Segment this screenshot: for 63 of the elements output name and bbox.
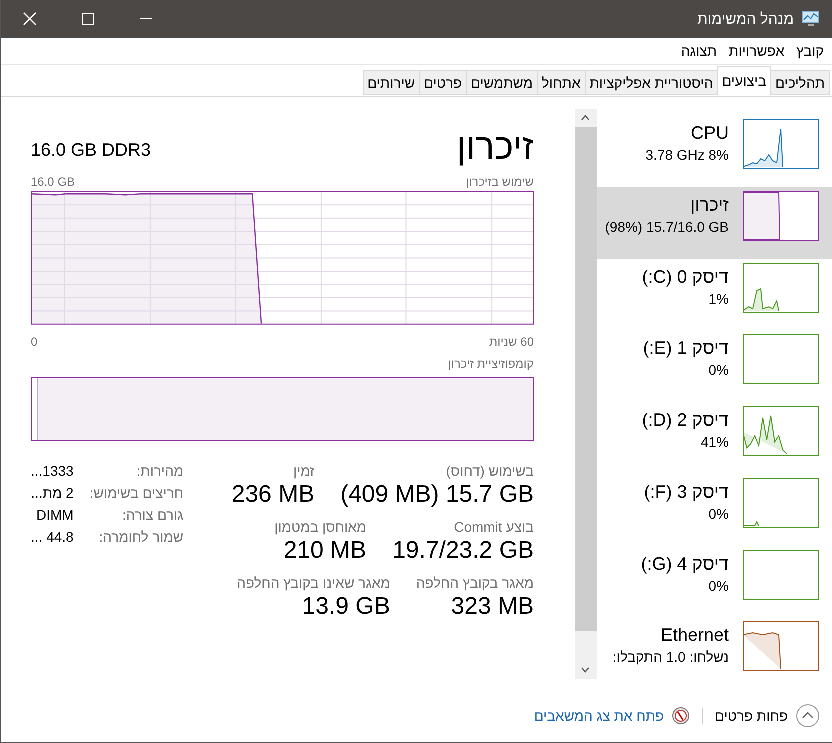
tab[interactable]: היסטוריית אפליקציות (584, 70, 718, 95)
axis-max-label: 16.0 GB (31, 175, 76, 189)
tab[interactable]: תהליכים (770, 70, 830, 95)
tab[interactable]: פרטים (419, 70, 468, 95)
memory-capacity: 16.0 GB DDR3 (31, 140, 152, 162)
maximize-icon (82, 13, 94, 25)
resource-name: Ethernet (660, 625, 729, 646)
tab[interactable]: אתחול (537, 70, 586, 95)
stat-label: זמין (293, 463, 315, 479)
menu-item[interactable]: תצוגה (681, 43, 718, 59)
minimize-icon (140, 18, 152, 20)
chevron-up-circle-icon (796, 704, 820, 728)
stat-value: (409 MB) 15.7 GB (340, 481, 534, 509)
resource-name: דיסק 1 (E:) (643, 338, 729, 360)
stat-value: 323 MB (451, 593, 534, 621)
tab[interactable]: משתמשים (466, 70, 538, 95)
spec-value: 1333... (31, 463, 74, 479)
spec-label: גורם צורה: (121, 507, 184, 523)
resource-name: CPU (690, 123, 729, 144)
tab[interactable]: שירותים (362, 70, 420, 95)
close-icon (23, 12, 37, 26)
menu-item[interactable]: קובץ (796, 43, 824, 59)
fewer-details-button[interactable]: פחות פרטים (715, 704, 820, 728)
resource-detail: 41% (700, 434, 729, 450)
stat-label: מאגר שאינו בקובץ החלפה (237, 575, 390, 591)
chevron-up-icon[interactable] (581, 115, 590, 121)
resource-name: דיסק 0 (C:) (642, 266, 729, 288)
chart-label: שימוש בזיכרון (466, 175, 534, 189)
menu-item[interactable]: אפשרויות (729, 43, 785, 59)
stat-label: מאוחסן במטמון (274, 519, 367, 535)
spec-label: חריצים בשימוש: (90, 485, 184, 501)
spec-label: מהירות: (136, 463, 184, 479)
stat-label: בשימוש (דחוס) (446, 463, 534, 479)
monitor-icon (802, 11, 820, 27)
chart-label: קומפוזיציית זיכרון (448, 357, 534, 371)
window-title: מנהל המשימות (697, 10, 794, 28)
axis-label: 60 שניות (489, 335, 534, 349)
resource-name: דיסק 2 (D:) (642, 410, 729, 431)
resource-name: זיכרון (690, 194, 729, 216)
resource-detail: 0% (708, 578, 729, 594)
stat-value: 13.9 GB (302, 593, 390, 621)
stat-value: 210 MB (284, 537, 367, 565)
resource-item[interactable]: CPU 3.78 GHz 8% (596, 115, 832, 187)
spec-value: 2 מת... (31, 485, 74, 501)
resource-detail: 3.78 GHz 8% (646, 147, 729, 163)
stat-label: בוצע Commit (454, 519, 534, 535)
resource-monitor-link[interactable]: פתח את צג המשאבים (534, 708, 664, 724)
chevron-down-icon[interactable] (581, 667, 590, 673)
stat-value: 19.7/23.2 GB (392, 537, 534, 565)
resource-detail: 1% (708, 290, 729, 306)
resource-detail: נשלחו: 1.0 התקבלו: (612, 649, 729, 666)
spec-value: 44.8 ... (31, 529, 74, 545)
axis-label: 0 (31, 335, 38, 349)
spec-label: שמור לחומרה: (98, 529, 184, 545)
stat-label: מאגר בקובץ החלפה (416, 575, 534, 591)
resource-detail: 0% (708, 506, 729, 522)
stat-value: 236 MB (232, 481, 315, 509)
resource-detail: (98%) 15.7/16.0 GB (605, 218, 729, 235)
resource-name: דיסק 4 (G:) (641, 554, 729, 574)
resource-name: דיסק 3 (F:) (644, 482, 729, 503)
section-title: זיכרון (456, 129, 534, 165)
resource-detail: 0% (708, 362, 729, 378)
spec-value: DIMM (36, 507, 74, 523)
